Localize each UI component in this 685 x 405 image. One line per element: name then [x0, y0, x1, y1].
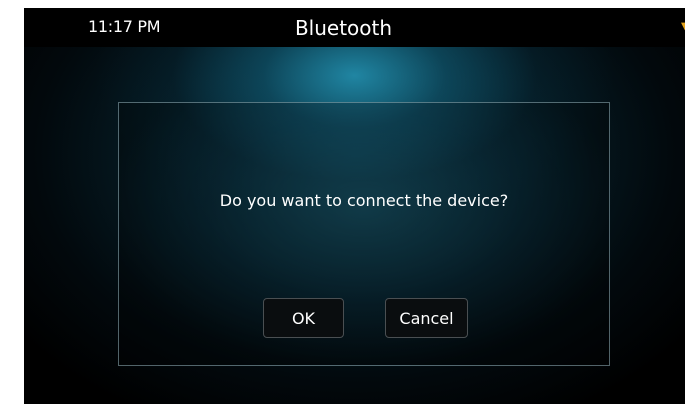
head-unit-screen: 11:17 PM Bluetooth ▼ Do you want to conn…	[24, 8, 685, 404]
dialog-message: Do you want to connect the device?	[219, 191, 509, 210]
ok-button[interactable]: OK	[263, 298, 344, 338]
cancel-button[interactable]: Cancel	[385, 298, 468, 338]
connect-dialog: Do you want to connect the device? OK Ca…	[118, 102, 610, 366]
status-indicator-icon: ▼	[681, 21, 685, 32]
status-bar: 11:17 PM Bluetooth ▼	[24, 8, 685, 47]
screen-title: Bluetooth	[294, 16, 393, 40]
content-area: Do you want to connect the device? OK Ca…	[24, 47, 685, 404]
